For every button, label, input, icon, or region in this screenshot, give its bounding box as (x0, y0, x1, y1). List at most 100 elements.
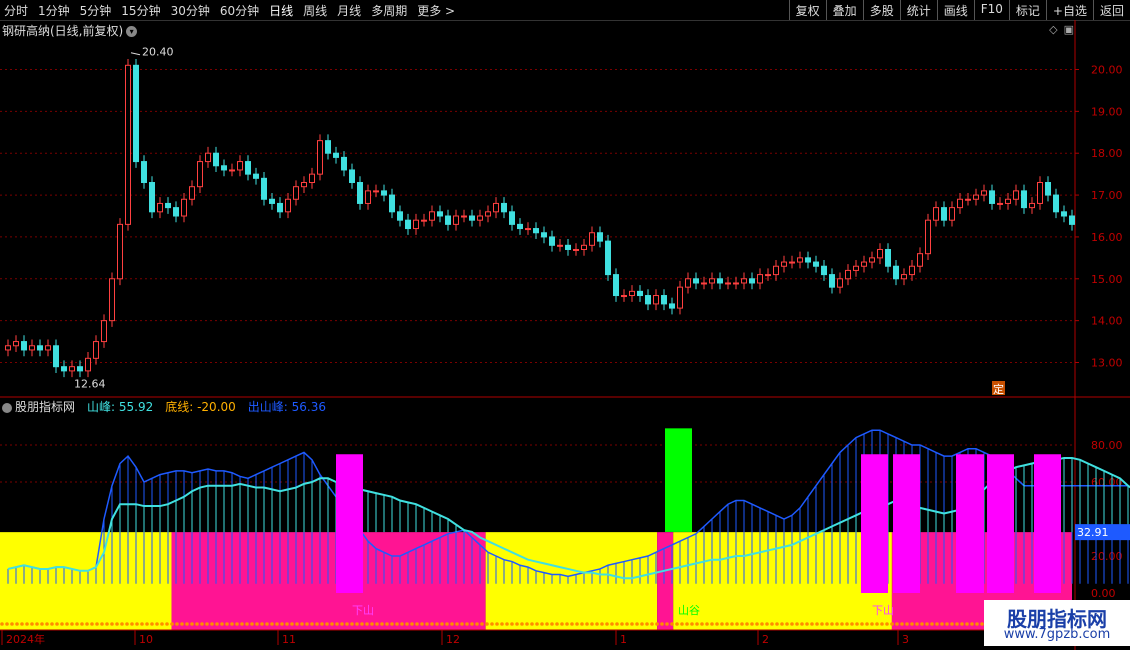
candle-body (53, 345, 59, 368)
candle-body (485, 211, 491, 217)
bottom-dot (570, 622, 574, 626)
bottom-dot (725, 622, 729, 626)
bottom-dot (530, 622, 534, 626)
candle-body (677, 286, 683, 309)
bottom-dot (375, 622, 379, 626)
bottom-dot (5, 622, 9, 626)
bottom-dot (895, 622, 899, 626)
candle-body (789, 261, 795, 264)
candle-body (989, 190, 995, 204)
bottom-dot (475, 622, 479, 626)
bottom-dot (770, 622, 774, 626)
candle-body (621, 295, 627, 298)
signal-block (987, 454, 1014, 593)
candle-body (413, 219, 419, 230)
bottom-dot (160, 622, 164, 626)
bottom-dot (390, 622, 394, 626)
candle-body (277, 202, 283, 213)
bottom-dot (345, 622, 349, 626)
bottom-dot (660, 622, 664, 626)
candle-body (781, 261, 787, 267)
bottom-dot (15, 622, 19, 626)
time-tick-label: 2 (762, 633, 769, 646)
candle-body (493, 202, 499, 213)
candle-body (141, 161, 147, 184)
bottom-dot (545, 622, 549, 626)
candle-body (501, 202, 507, 213)
bottom-dot (90, 622, 94, 626)
bottom-dot (20, 622, 24, 626)
bottom-dot (265, 622, 269, 626)
indicator-name: 股朋指标网 (15, 400, 76, 414)
candle-body (797, 257, 803, 263)
indicator-tick-label: 0.00 (1091, 587, 1116, 600)
bottom-dot (605, 622, 609, 626)
signal-block (956, 454, 984, 593)
bottom-dot (645, 622, 649, 626)
candle-body (925, 219, 931, 255)
bottom-dot (45, 622, 49, 626)
signal-label: 山谷 (678, 604, 700, 617)
candle-body (709, 278, 715, 284)
bottom-dot (520, 622, 524, 626)
candle-body (1045, 182, 1051, 196)
bottom-dot (760, 622, 764, 626)
candle-body (405, 219, 411, 230)
bottom-dot (875, 622, 879, 626)
bottom-dot (450, 622, 454, 626)
candle-body (629, 290, 635, 297)
bottom-dot (745, 622, 749, 626)
indicator-menu-icon[interactable] (2, 402, 12, 413)
candle-body (325, 140, 331, 154)
indicator-title: 股朋指标网 山峰: 55.92 底线: -20.00 出山峰: 56.36 (2, 398, 338, 415)
bottom-dot (145, 622, 149, 626)
candle-body (1013, 190, 1019, 200)
candle-body (261, 177, 267, 200)
bottom-dot (60, 622, 64, 626)
baseline-zone (0, 532, 172, 630)
bottom-dot (430, 622, 434, 626)
candle-body (829, 274, 835, 288)
candle-body (205, 152, 211, 163)
bottom-dot (775, 622, 779, 626)
bottom-dot (30, 622, 34, 626)
bottom-dot (80, 622, 84, 626)
bottom-dot (835, 622, 839, 626)
high-price-label: 20.40 (142, 46, 174, 59)
candle-body (77, 366, 83, 372)
bottom-dot (315, 622, 319, 626)
bottom-dot (370, 622, 374, 626)
price-tick-label: 17.00 (1091, 189, 1123, 202)
candle-body (253, 173, 259, 179)
bottom-dot (295, 622, 299, 626)
baseline-zone (657, 532, 674, 630)
bottom-dot (540, 622, 544, 626)
bottom-dot (680, 622, 684, 626)
candle-body (669, 303, 675, 309)
lock-badge: 定 (993, 382, 1004, 396)
candle-body (605, 240, 611, 276)
bottom-dot (810, 622, 814, 626)
bottom-dot (280, 622, 284, 626)
bottom-dot (130, 622, 134, 626)
bottom-dot (940, 622, 944, 626)
bottom-dot (920, 622, 924, 626)
candle-body (757, 274, 763, 284)
candle-body (869, 257, 875, 263)
candle-body (181, 198, 187, 217)
candle-body (197, 161, 203, 188)
bottom-dot (630, 622, 634, 626)
bottom-dot (795, 622, 799, 626)
bottom-dot (55, 622, 59, 626)
candle-body (1053, 194, 1059, 213)
candle-body (109, 278, 115, 322)
bottom-dot (860, 622, 864, 626)
bottom-dot (425, 622, 429, 626)
candle-body (765, 274, 771, 277)
bottom-dot (670, 622, 674, 626)
candle-body (837, 278, 843, 288)
signal-label: 下山 (872, 604, 894, 617)
candle-body (1037, 182, 1043, 204)
chart-canvas: 20.0019.0018.0017.0016.0015.0014.0013.00… (0, 20, 1130, 650)
candle-body (613, 274, 619, 297)
